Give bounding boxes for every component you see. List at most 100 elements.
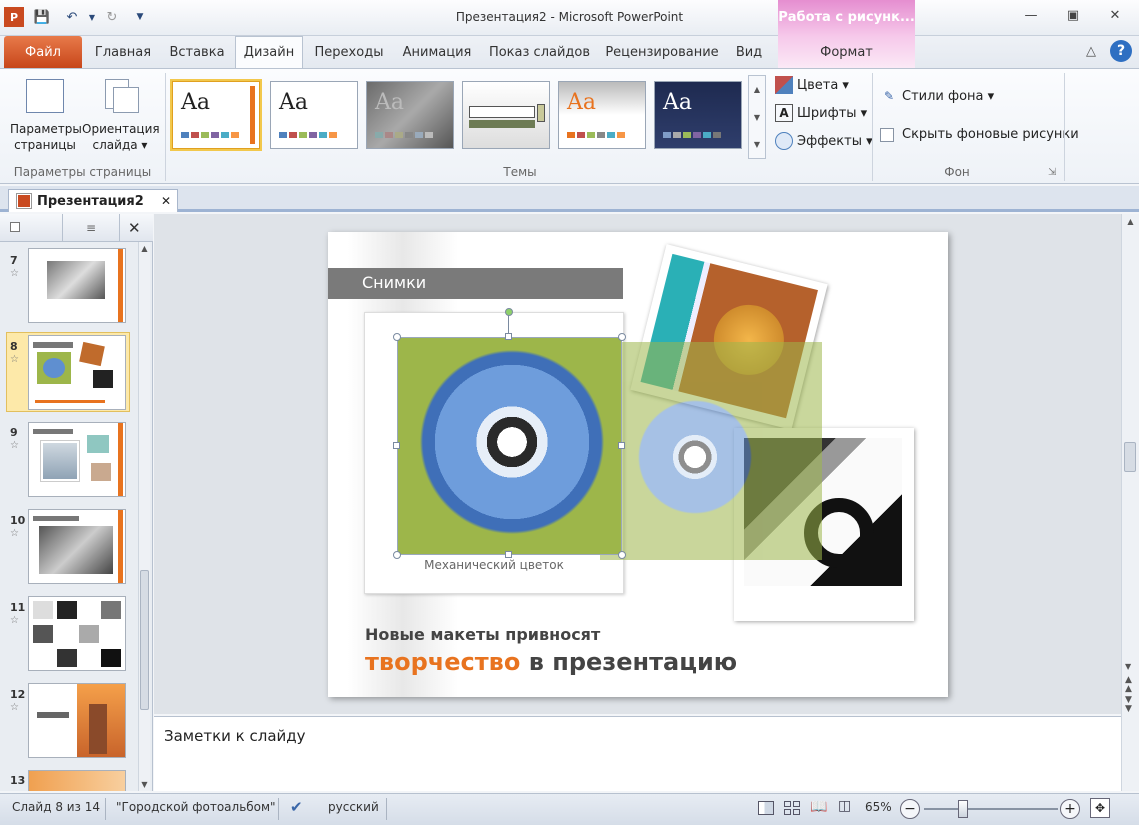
page-setup-button[interactable]: Параметры страницы bbox=[10, 75, 82, 157]
gallery-up-icon[interactable]: ▲ bbox=[749, 76, 765, 104]
slide-subtitle[interactable]: Новые макеты привносят bbox=[365, 625, 600, 644]
slides-tab-icon[interactable] bbox=[10, 222, 20, 232]
slide-header[interactable]: Снимки bbox=[362, 273, 426, 292]
flower-photo-duplicate[interactable] bbox=[600, 342, 822, 560]
picture-tools-header: Работа с рисунк... bbox=[778, 0, 915, 36]
checkbox-icon[interactable] bbox=[880, 127, 894, 142]
gallery-down-icon[interactable]: ▼ bbox=[749, 104, 765, 132]
orientation-label-1: Ориентация bbox=[82, 122, 160, 136]
fonts-button[interactable]: A Шрифты ▾ bbox=[775, 104, 867, 122]
normal-view-icon[interactable] bbox=[758, 801, 774, 815]
language-label[interactable]: русский bbox=[328, 800, 379, 814]
slideshow-icon[interactable]: ◫ bbox=[838, 798, 851, 814]
theme-gallery-scroll[interactable]: ▲ ▼ ▼ bbox=[748, 75, 766, 159]
colors-icon bbox=[775, 76, 793, 94]
tab-transitions[interactable]: Переходы bbox=[305, 36, 393, 68]
page-setup-label-2: страницы bbox=[14, 138, 76, 152]
fit-to-window-icon[interactable]: ✥ bbox=[1090, 798, 1110, 818]
background-styles-button[interactable]: ✎ Стили фона ▾ bbox=[880, 87, 994, 105]
zoom-in-icon[interactable]: + bbox=[1060, 799, 1080, 819]
rotate-handle[interactable] bbox=[505, 308, 513, 316]
reading-view-icon[interactable]: 📖 bbox=[810, 799, 827, 815]
theme-4[interactable] bbox=[462, 81, 550, 149]
canvas-scrollbar[interactable]: ▲ ▼ ▲ ▲ ▼ ▼ bbox=[1121, 214, 1139, 791]
group-separator bbox=[1064, 73, 1065, 181]
background-styles-label: Стили фона ▾ bbox=[902, 88, 995, 104]
zoom-slider-thumb[interactable] bbox=[958, 800, 968, 818]
slide-thumbnail-11[interactable] bbox=[28, 596, 126, 671]
ribbon: Параметры страницы Ориентация слайда ▾ П… bbox=[0, 68, 1139, 184]
resize-handle-n[interactable] bbox=[505, 333, 512, 340]
slide-thumbnail-13[interactable] bbox=[28, 770, 126, 791]
tab-design[interactable]: Дизайн bbox=[235, 36, 303, 68]
presentation-icon bbox=[17, 194, 31, 208]
tab-file[interactable]: Файл bbox=[4, 36, 82, 68]
slide-thumbnail-12[interactable] bbox=[28, 683, 126, 758]
prev-slide-icon[interactable]: ▲ ▲ bbox=[1125, 676, 1132, 694]
theme-5[interactable]: Aa bbox=[558, 81, 646, 149]
document-tab[interactable]: Презентация2 ✕ bbox=[8, 189, 178, 212]
minimize-ribbon-icon[interactable]: △ bbox=[1086, 44, 1096, 59]
close-panel-icon[interactable]: ✕ bbox=[128, 219, 141, 237]
panel-tabs: ≡ ✕ bbox=[0, 214, 153, 242]
resize-handle-w[interactable] bbox=[393, 442, 400, 449]
theme-3[interactable]: Aa bbox=[366, 81, 454, 149]
background-group-label: Фон bbox=[944, 165, 970, 179]
slide-thumbnail-10[interactable] bbox=[28, 509, 126, 584]
hide-background-checkbox[interactable]: Скрыть фоновые рисунки bbox=[880, 127, 1079, 142]
scrollbar-thumb[interactable] bbox=[140, 570, 149, 710]
minimize-button[interactable]: — bbox=[1016, 4, 1046, 26]
resize-handle-s[interactable] bbox=[505, 551, 512, 558]
slide-number: 12 bbox=[10, 688, 26, 701]
maximize-button[interactable]: ▣ bbox=[1058, 4, 1088, 26]
notes-placeholder: Заметки к слайду bbox=[164, 727, 306, 745]
zoom-out-icon[interactable]: − bbox=[900, 799, 920, 819]
effects-button[interactable]: Эффекты ▾ bbox=[775, 132, 873, 150]
zoom-slider-track[interactable] bbox=[924, 808, 1058, 810]
help-icon[interactable]: ? bbox=[1110, 40, 1132, 62]
notes-pane[interactable]: Заметки к слайду bbox=[154, 716, 1121, 791]
title-bar: P 💾 ↶ ▼ ↻ ▼ Презентация2 - Microsoft Pow… bbox=[0, 0, 1139, 36]
effects-label: Эффекты ▾ bbox=[797, 133, 873, 149]
selection-box bbox=[397, 337, 622, 555]
gallery-more-icon[interactable]: ▼ bbox=[749, 132, 765, 158]
theme-name[interactable]: "Городской фотоальбом" bbox=[116, 800, 276, 814]
resize-handle-nw[interactable] bbox=[393, 333, 401, 341]
tab-view[interactable]: Вид bbox=[726, 36, 772, 68]
scroll-down-icon[interactable]: ▼ bbox=[139, 780, 150, 789]
zoom-level[interactable]: 65% bbox=[865, 800, 892, 814]
spellcheck-icon[interactable]: ✔ bbox=[290, 798, 303, 816]
dialog-launcher-icon[interactable]: ⇲ bbox=[1048, 167, 1056, 178]
tab-slideshow[interactable]: Показ слайдов bbox=[482, 36, 597, 68]
slide[interactable]: Снимки Механический цветок Новые макеты … bbox=[328, 232, 948, 697]
tab-insert[interactable]: Вставка bbox=[162, 36, 232, 68]
scroll-up-icon[interactable]: ▲ bbox=[1122, 214, 1139, 226]
slide-orientation-button[interactable]: Ориентация слайда ▾ bbox=[82, 75, 160, 157]
slide-title[interactable]: творчество в презентацию bbox=[365, 648, 737, 676]
scroll-down-icon[interactable]: ▼ bbox=[1125, 662, 1131, 671]
resize-handle-e[interactable] bbox=[618, 442, 625, 449]
slides-panel-scrollbar[interactable]: ▲ ▼ bbox=[138, 242, 150, 791]
tab-animation[interactable]: Анимация bbox=[395, 36, 479, 68]
theme-1[interactable]: Aa bbox=[170, 79, 262, 151]
slide-thumbnail-9[interactable] bbox=[28, 422, 126, 497]
outline-tab-icon[interactable]: ≡ bbox=[62, 214, 120, 242]
slide-sorter-icon[interactable] bbox=[784, 801, 800, 815]
theme-6[interactable]: Aa bbox=[654, 81, 742, 149]
theme-2[interactable]: Aa bbox=[270, 81, 358, 149]
tab-home[interactable]: Главная bbox=[86, 36, 160, 68]
close-tab-icon[interactable]: ✕ bbox=[161, 194, 171, 208]
slide-thumbnail-7[interactable] bbox=[28, 248, 126, 323]
paint-bucket-icon: ✎ bbox=[883, 89, 895, 103]
close-button[interactable]: ✕ bbox=[1100, 4, 1130, 26]
scrollbar-thumb[interactable] bbox=[1124, 442, 1136, 472]
photo-caption[interactable]: Механический цветок bbox=[364, 558, 624, 572]
tab-format[interactable]: Формат bbox=[778, 36, 915, 68]
title-highlight: творчество bbox=[365, 648, 521, 676]
colors-button[interactable]: Цвета ▾ bbox=[775, 76, 849, 94]
scroll-up-icon[interactable]: ▲ bbox=[139, 242, 150, 253]
next-slide-icon[interactable]: ▼ ▼ bbox=[1125, 696, 1132, 714]
tab-review[interactable]: Рецензирование bbox=[600, 36, 724, 68]
slide-thumbnail-8[interactable] bbox=[28, 335, 126, 410]
resize-handle-ne[interactable] bbox=[618, 333, 626, 341]
